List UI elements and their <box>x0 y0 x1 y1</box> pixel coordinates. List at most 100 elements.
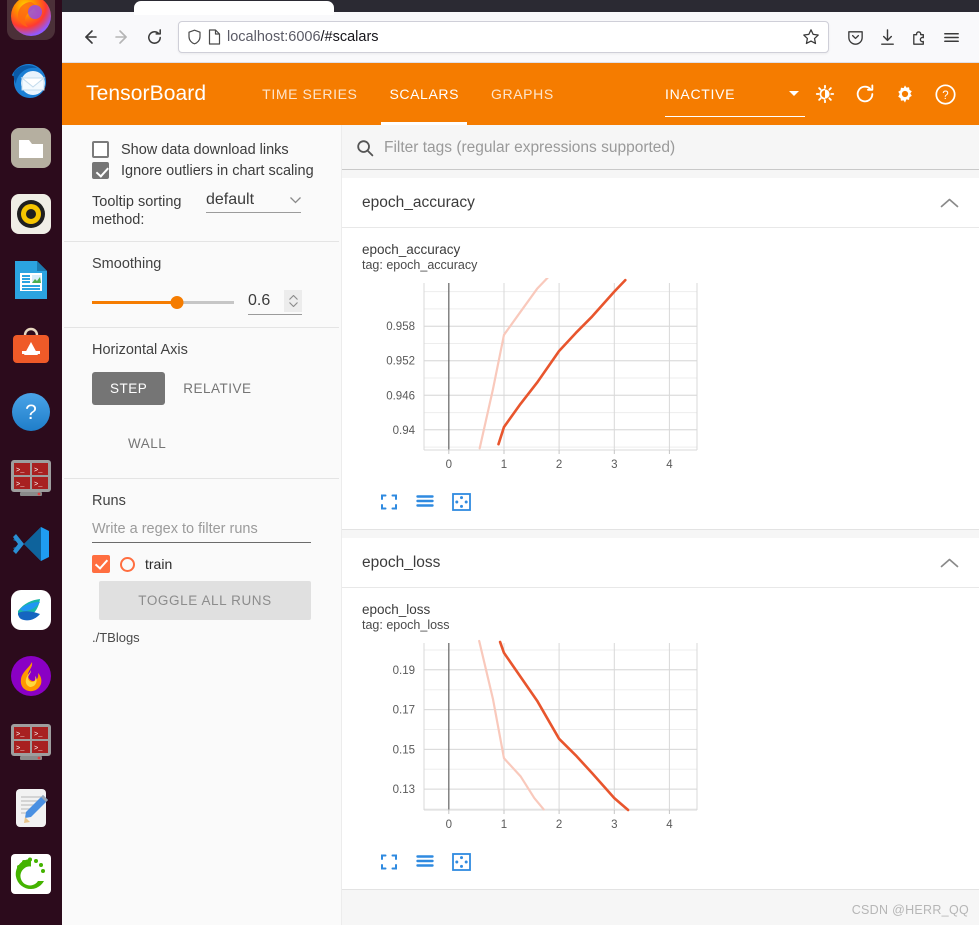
help-circle-icon: ? <box>934 83 956 105</box>
flameshot-icon <box>11 656 51 696</box>
firefox-icon <box>11 0 51 36</box>
slider-thumb[interactable] <box>170 296 184 309</box>
run-checkbox[interactable] <box>92 555 110 573</box>
show-download-links-row[interactable]: Show data download links <box>62 139 341 160</box>
card-header[interactable]: epoch_accuracy <box>342 178 979 228</box>
svg-text:>_: >_ <box>34 481 43 489</box>
menu-button[interactable] <box>935 21 967 53</box>
plot-epoch-loss[interactable]: 0.13 0.15 0.17 0.19 0 1 2 3 4 <box>362 638 979 843</box>
line-chart-svg: 0.94 0.946 0.952 0.958 0 1 2 3 4 <box>386 273 698 471</box>
help-icon: ? <box>12 393 50 431</box>
tensorboard-logo[interactable]: TensorBoard <box>86 82 206 106</box>
anaconda-icon <box>11 854 51 894</box>
plot-epoch-accuracy[interactable]: 0.94 0.946 0.952 0.958 0 1 2 3 4 <box>362 273 979 483</box>
address-bar[interactable]: localhost:6006/#scalars <box>178 21 829 53</box>
svg-text:3: 3 <box>611 459 617 471</box>
thunderbird-icon <box>12 64 47 98</box>
chevron-down-icon <box>789 91 799 96</box>
data-table-icon[interactable] <box>414 851 436 873</box>
tooltip-sorting-select[interactable]: default <box>206 191 301 213</box>
dock-item-flameshot[interactable] <box>7 652 55 700</box>
url-path: /#scalars <box>320 29 379 45</box>
brightness-contrast-icon <box>815 84 835 104</box>
hamburger-menu-icon <box>943 32 959 42</box>
help-button[interactable]: ? <box>925 74 965 114</box>
search-icon <box>357 140 374 157</box>
tab-time-series[interactable]: TIME SERIES <box>246 63 373 125</box>
axis-option-step[interactable]: STEP <box>92 372 166 405</box>
dock-item-ubuntu-software[interactable] <box>7 322 55 370</box>
dock-item-help[interactable]: ? <box>7 388 55 436</box>
axis-option-relative[interactable]: RELATIVE <box>165 372 269 405</box>
tab-scalars[interactable]: SCALARS <box>373 63 475 125</box>
smoothing-value-box[interactable]: 0.6 <box>248 290 302 315</box>
expand-icon[interactable] <box>378 491 400 513</box>
dock-item-vscode[interactable] <box>7 520 55 568</box>
card-header[interactable]: epoch_loss <box>342 538 979 588</box>
run-status-selector[interactable]: INACTIVE <box>665 63 805 125</box>
dock-item-terminator-2[interactable]: >_ >_ >_ >_ <box>7 718 55 766</box>
svg-text:?: ? <box>25 401 37 424</box>
smoothing-stepper[interactable] <box>284 290 302 312</box>
browser-tab-active[interactable] <box>134 1 334 15</box>
header-actions: INACTIVE ? <box>665 63 979 125</box>
horizontal-axis-buttons-row2: WALL <box>62 419 341 460</box>
url-host: localhost:6006 <box>227 29 321 45</box>
pocket-button[interactable] <box>839 21 871 53</box>
chevron-up-icon[interactable] <box>940 197 959 209</box>
card-epoch-loss: epoch_loss epoch_loss tag: epoch_loss 0.… <box>342 538 979 890</box>
svg-text:>_: >_ <box>34 745 43 753</box>
theme-toggle-button[interactable] <box>805 74 845 114</box>
shield-icon <box>188 29 201 45</box>
ignore-outliers-checkbox[interactable] <box>92 162 109 179</box>
dock-item-thunderbird[interactable] <box>7 58 55 106</box>
ignore-outliers-row[interactable]: Ignore outliers in chart scaling <box>62 160 341 181</box>
fit-domain-icon[interactable] <box>450 491 472 513</box>
dock-item-files[interactable] <box>7 124 55 172</box>
tag-filter-bar[interactable]: Filter tags (regular expressions support… <box>342 125 979 170</box>
vscode-icon <box>13 527 49 561</box>
dock-item-rhythmbox[interactable] <box>7 190 55 238</box>
extensions-button[interactable] <box>903 21 935 53</box>
status-dropdown[interactable] <box>783 90 805 98</box>
card-title: epoch_loss <box>362 553 441 571</box>
downloads-button[interactable] <box>871 21 903 53</box>
svg-text:4: 4 <box>666 459 673 471</box>
dock-item-anaconda[interactable] <box>7 850 55 898</box>
smoothing-slider[interactable] <box>92 294 234 312</box>
show-download-links-checkbox[interactable] <box>92 141 109 158</box>
tab-graphs[interactable]: GRAPHS <box>475 63 570 125</box>
axis-option-wall[interactable]: WALL <box>110 427 184 460</box>
dock-item-terminator[interactable]: >_ >_ >_ >_ <box>7 454 55 502</box>
settings-button[interactable] <box>885 74 925 114</box>
reload-button[interactable] <box>138 21 170 53</box>
docker-icon <box>11 590 51 630</box>
dock-item-text-editor[interactable] <box>7 784 55 832</box>
text-editor-icon <box>16 789 48 827</box>
svg-text:0.94: 0.94 <box>393 425 416 437</box>
ubuntu-software-icon <box>13 327 49 363</box>
star-icon[interactable] <box>802 28 820 46</box>
dock-item-libreoffice-impress[interactable] <box>7 256 55 304</box>
toggle-all-runs-button[interactable]: TOGGLE ALL RUNS <box>99 581 311 620</box>
dock-item-firefox[interactable] <box>7 0 55 40</box>
smoothing-label: Smoothing <box>92 256 162 272</box>
back-arrow-icon <box>85 30 97 44</box>
forward-button[interactable] <box>106 21 138 53</box>
svg-text:?: ? <box>942 89 948 101</box>
chevron-up-icon[interactable] <box>940 557 959 569</box>
reload-data-button[interactable] <box>845 74 885 114</box>
fit-domain-icon[interactable] <box>450 851 472 873</box>
runs-filter-input[interactable]: Write a regex to filter runs <box>92 521 311 543</box>
show-download-links-label: Show data download links <box>121 141 289 158</box>
expand-icon[interactable] <box>378 851 400 873</box>
chart-toolbar <box>362 843 979 879</box>
chevron-down-icon[interactable] <box>288 302 298 307</box>
back-button[interactable] <box>74 21 106 53</box>
chevron-up-icon[interactable] <box>288 295 298 300</box>
dock-item-docker[interactable] <box>7 586 55 634</box>
data-table-icon[interactable] <box>414 491 436 513</box>
chevron-down-icon <box>290 196 301 203</box>
cards-scroll-area[interactable]: epoch_accuracy epoch_accuracy tag: epoch… <box>342 170 979 924</box>
run-item-train[interactable]: train <box>62 543 341 573</box>
